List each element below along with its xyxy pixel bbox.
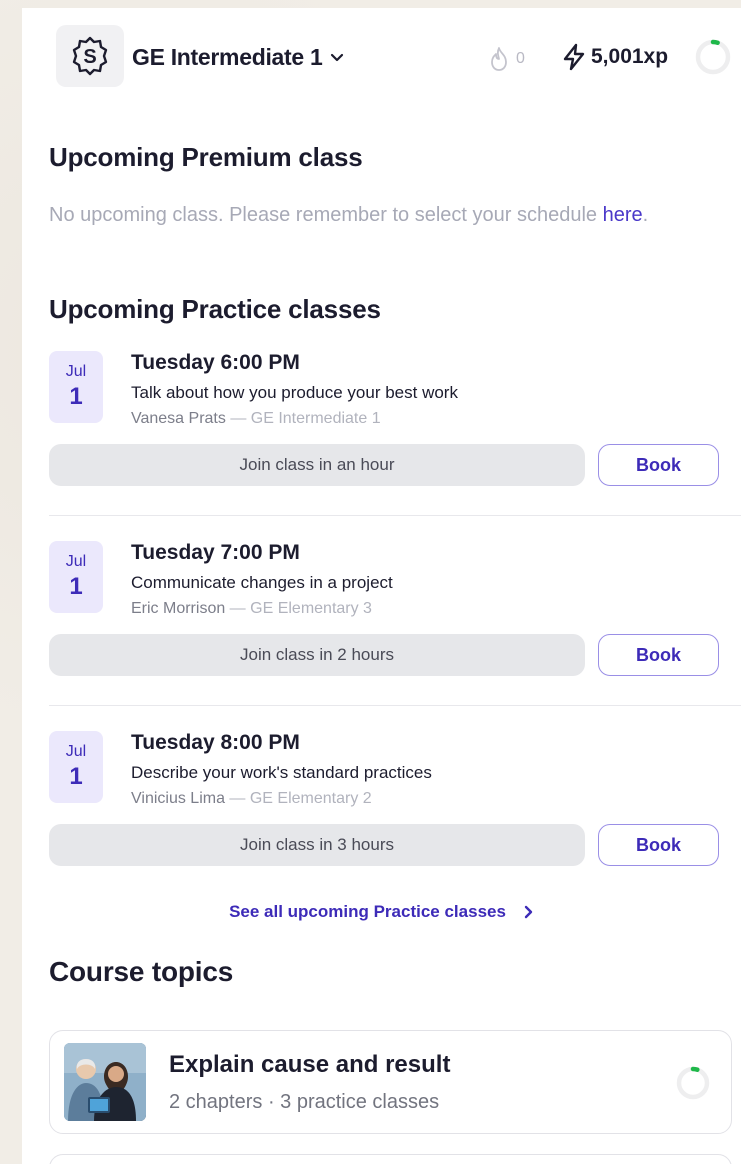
book-button[interactable]: Book bbox=[598, 824, 719, 866]
course-selector[interactable]: GE Intermediate 1 bbox=[132, 44, 344, 71]
s-logo-icon[interactable]: S bbox=[56, 25, 124, 87]
teacher-separator: — bbox=[224, 790, 250, 807]
divider bbox=[49, 705, 741, 706]
join-class-button: Join class in 3 hours bbox=[49, 824, 585, 866]
app-panel: S GE Intermediate 1 0 5,001xp Upcoming P… bbox=[22, 8, 741, 1164]
book-button[interactable]: Book bbox=[598, 444, 719, 486]
course-progress-ring bbox=[695, 39, 731, 75]
join-class-button: Join class in an hour bbox=[49, 444, 585, 486]
class-teacher: Eric Morrison — GE Elementary 3 bbox=[131, 600, 372, 618]
date-day: 1 bbox=[69, 573, 83, 600]
class-time: Tuesday 6:00 PM bbox=[131, 351, 300, 374]
class-topic: Communicate changes in a project bbox=[131, 573, 393, 592]
topic-title: Explain cause and result bbox=[169, 1051, 451, 1078]
join-class-button: Join class in 2 hours bbox=[49, 634, 585, 676]
divider bbox=[49, 515, 741, 516]
class-time: Tuesday 7:00 PM bbox=[131, 541, 300, 564]
date-day: 1 bbox=[69, 383, 83, 410]
flame-icon bbox=[491, 47, 507, 71]
topic-progress-ring bbox=[676, 1066, 710, 1100]
xp-value: 5,001xp bbox=[591, 45, 669, 68]
date-month: Jul bbox=[65, 553, 87, 570]
date-month: Jul bbox=[65, 743, 87, 760]
chevron-right-icon bbox=[524, 905, 533, 919]
class-topic: Describe your work's standard practices bbox=[131, 763, 432, 782]
streak-count: 0 bbox=[516, 50, 525, 67]
practice-class-card: Jul 1 Tuesday 7:00 PM Communicate change… bbox=[22, 541, 741, 731]
premium-section-title: Upcoming Premium class bbox=[49, 142, 363, 172]
teacher-name: Vinicius Lima bbox=[131, 790, 225, 807]
topic-meta: 2 chapters · 3 practice classes bbox=[169, 1091, 440, 1113]
course-name: GE Intermediate 1 bbox=[132, 44, 323, 70]
no-class-period: . bbox=[642, 204, 649, 226]
date-month: Jul bbox=[65, 363, 87, 380]
practice-class-card: Jul 1 Tuesday 6:00 PM Talk about how you… bbox=[22, 351, 741, 541]
teacher-name: Eric Morrison bbox=[131, 600, 226, 617]
no-premium-class-message: No upcoming class. Please remember to se… bbox=[49, 200, 729, 231]
header: S GE Intermediate 1 0 5,001xp bbox=[22, 8, 741, 108]
date-badge: Jul 1 bbox=[49, 541, 103, 613]
class-level: GE Intermediate 1 bbox=[250, 410, 381, 427]
progress-arc bbox=[710, 39, 720, 45]
teacher-name: Vanesa Prats bbox=[131, 410, 226, 427]
course-topic-card[interactable] bbox=[49, 1154, 732, 1164]
course-topic-card[interactable]: Explain cause and result 2 chapters · 3 … bbox=[49, 1030, 732, 1134]
class-teacher: Vanesa Prats — GE Intermediate 1 bbox=[131, 410, 381, 428]
practice-class-card: Jul 1 Tuesday 8:00 PM Describe your work… bbox=[22, 731, 741, 921]
chevron-down-icon bbox=[331, 53, 344, 61]
no-class-text: No upcoming class. Please remember to se… bbox=[49, 204, 603, 226]
topic-thumbnail bbox=[64, 1043, 146, 1121]
class-topic: Talk about how you produce your best wor… bbox=[131, 383, 458, 402]
class-teacher: Vinicius Lima — GE Elementary 2 bbox=[131, 790, 372, 808]
class-time: Tuesday 8:00 PM bbox=[131, 731, 300, 754]
xp-counter[interactable]: 5,001xp bbox=[561, 43, 668, 71]
schedule-link[interactable]: here bbox=[603, 204, 643, 226]
date-badge: Jul 1 bbox=[49, 351, 103, 423]
teacher-separator: — bbox=[225, 600, 251, 617]
lightning-icon bbox=[563, 43, 585, 71]
see-all-practice-link[interactable]: See all upcoming Practice classes bbox=[22, 902, 741, 922]
teacher-separator: — bbox=[225, 410, 251, 427]
book-button[interactable]: Book bbox=[598, 634, 719, 676]
see-all-label: See all upcoming Practice classes bbox=[229, 902, 506, 921]
progress-arc bbox=[690, 1066, 700, 1072]
streak-counter[interactable]: 0 bbox=[488, 46, 525, 72]
class-level: GE Elementary 3 bbox=[250, 600, 372, 617]
practice-section-title: Upcoming Practice classes bbox=[49, 294, 381, 324]
svg-text:S: S bbox=[83, 46, 96, 68]
date-badge: Jul 1 bbox=[49, 731, 103, 803]
course-topics-title: Course topics bbox=[49, 956, 234, 987]
class-level: GE Elementary 2 bbox=[249, 790, 372, 807]
date-day: 1 bbox=[69, 763, 83, 790]
